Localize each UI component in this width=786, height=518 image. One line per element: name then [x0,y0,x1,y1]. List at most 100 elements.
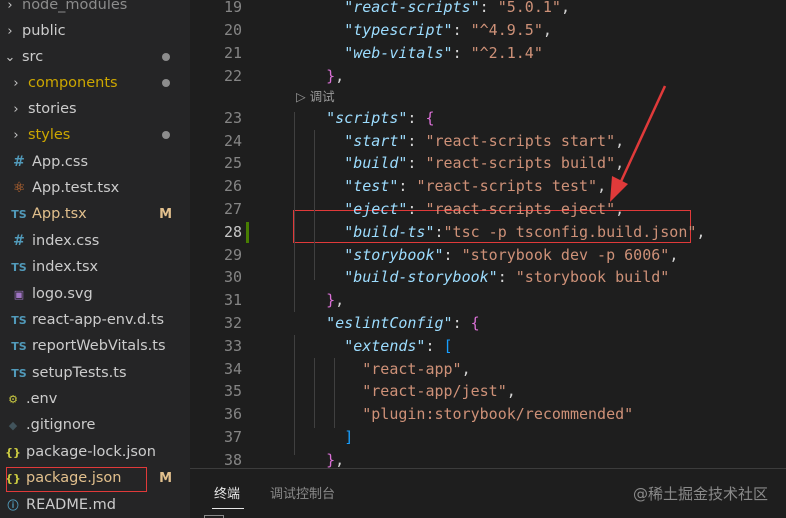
git-modified-badge: M [159,470,172,486]
line-number: 35 [223,382,242,400]
tree-item-index-tsx[interactable]: TS index.tsx [0,254,190,280]
tab-debug-console[interactable]: 调试控制台 [270,483,335,502]
code-token: , [335,291,345,309]
tree-item-env[interactable]: ⚙ .env [0,386,190,412]
code-token: , [615,132,625,150]
tree-item-label: react-app-env.d.ts [32,312,165,328]
tree-item-package-lock-json[interactable]: {} package-lock.json [0,439,190,465]
line-number: 26 [223,177,242,195]
code-line[interactable]: "start": "react-scripts start", [290,130,624,152]
line-number: 25 [223,154,242,172]
code-line[interactable]: "react-scripts": "5.0.1", [290,0,570,18]
code-token: : [479,0,498,16]
line-number: 38 [223,451,242,468]
tree-item-label: stories [28,101,77,117]
tree-item-label: setupTests.ts [32,365,127,381]
code-line[interactable]: "plugin:storybook/recommended" [290,403,633,425]
code-token: , [461,360,471,378]
line-number: 36 [223,405,242,423]
code-token: : [434,223,444,241]
code-token: "eslintConfig" [326,314,453,332]
tree-item-label: App.css [32,154,89,170]
tree-item-label: package-lock.json [26,444,156,460]
line-number: 27 [223,200,242,218]
code-token: "build-ts" [344,223,435,241]
code-token: : [452,21,471,39]
code-line[interactable]: "build-storybook": "storybook build" [290,266,669,288]
code-token: "react-scripts" [344,0,480,16]
code-line[interactable]: "build": "react-scripts build", [290,152,624,174]
tree-item-app-tsx[interactable]: TS App.tsx M [0,201,190,227]
code-line[interactable]: "eject": "react-scripts eject", [290,198,624,220]
tree-item-gitignore[interactable]: ◆ .gitignore [0,412,190,438]
code-line[interactable]: "react-app", [290,358,471,380]
code-editor[interactable]: ▷ 调试 19 "react-scripts": "5.0.1", 20 "typ… [190,0,786,468]
code-line[interactable]: }, [290,449,344,468]
code-token: "test" [344,177,399,195]
tab-terminal[interactable]: 终端 [214,483,240,502]
tree-item-setuptests-ts[interactable]: TS setupTests.ts [0,360,190,386]
code-token: : [398,177,417,195]
git-modified-badge: M [159,206,172,222]
git-change-dot [162,79,170,87]
code-line[interactable]: "scripts": { [290,107,434,129]
tree-item-components[interactable]: › components [0,70,190,96]
tree-item-src[interactable]: ⌄ src [0,44,190,70]
tree-item-public[interactable]: › public [0,18,190,44]
code-line[interactable]: "web-vitals": "^2.1.4" [290,42,543,64]
line-number: 24 [223,132,242,150]
code-line[interactable]: }, [290,65,344,87]
tree-item-app-css[interactable]: # App.css [0,149,190,175]
code-line[interactable]: "react-app/jest", [290,380,516,402]
code-token: "tsc -p tsconfig.build.json" [443,223,697,241]
code-token: "plugin:storybook/recommended" [362,405,634,423]
tree-item-readme-md[interactable]: ⓘ README.md [0,492,190,518]
code-line[interactable]: "eslintConfig": { [290,312,480,334]
chevron-right-icon: › [7,0,13,13]
tree-item-label: index.tsx [32,259,99,275]
code-token: : [407,200,426,218]
code-token: "extends" [344,337,426,355]
code-token: "react-scripts build" [425,154,616,172]
tree-item-index-css[interactable]: # index.css [0,228,190,254]
ts-file-icon: TS [11,313,27,327]
code-line[interactable]: "typescript": "^4.9.5", [290,19,552,41]
watermark-text: @稀土掘金技术社区 [632,485,768,503]
code-token: , [335,67,345,85]
code-line[interactable]: ] [290,426,353,448]
code-token: "react-scripts test" [416,177,598,195]
code-token: : [407,132,426,150]
code-line[interactable]: "storybook": "storybook dev -p 6006", [290,244,678,266]
code-line[interactable]: "build-ts":"tsc -p tsconfig.build.json", [290,221,705,243]
code-token: "react-app/jest" [362,382,507,400]
tree-item-react-app-env-d-ts[interactable]: TS react-app-env.d.ts [0,307,190,333]
code-token: , [615,200,625,218]
line-number: 32 [223,314,242,332]
tree-item-node-modules[interactable]: › node_modules [0,0,190,18]
tree-item-stories[interactable]: › stories [0,96,190,122]
tree-item-styles[interactable]: › styles [0,122,190,148]
tree-item-app-test-tsx[interactable]: ⚛ App.test.tsx [0,175,190,201]
line-number: 30 [223,268,242,286]
code-line[interactable]: "test": "react-scripts test", [290,175,606,197]
code-token: "eject" [344,200,408,218]
code-token: } [326,291,336,309]
code-line[interactable]: }, [290,289,344,311]
code-token: "web-vitals" [344,44,453,62]
code-token: , [542,21,552,39]
debug-codelens[interactable]: ▷ 调试 [296,86,335,105]
env-file-icon: ⚙ [8,392,18,406]
tree-item-reportwebvitals-ts[interactable]: TS reportWebVitals.ts [0,333,190,359]
code-line[interactable]: "extends": [ [290,335,452,357]
tree-item-logo-svg[interactable]: ▣ logo.svg [0,281,190,307]
